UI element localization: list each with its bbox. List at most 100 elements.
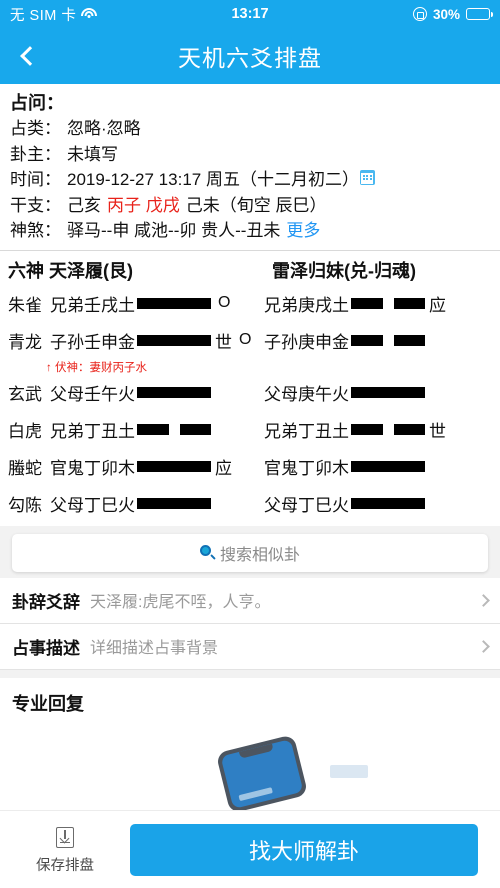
carrier-label: 无 SIM 卡 [10, 7, 77, 24]
hexagram-row-left: 螣蛇 官鬼丁卯木 应 [0, 454, 250, 479]
hexagram-row: 朱雀 兄弟壬戌土 O 兄弟庚戌土 应 [0, 285, 500, 322]
six-god-label: 青龙 [8, 332, 42, 352]
yin-line [351, 297, 425, 309]
value-category: 忽略·忽略 [67, 119, 141, 139]
six-god-label: 朱雀 [8, 295, 42, 315]
chevron-right-icon [477, 639, 490, 653]
phone-illustration [215, 733, 309, 814]
yao-line-left [137, 334, 211, 346]
yao-text-right: 父母庚午火 [264, 384, 349, 404]
back-button[interactable] [0, 28, 56, 84]
changing-line-marker: O [218, 294, 231, 312]
label-shensha: 神煞： [10, 221, 61, 241]
position-marker-left: 世 [215, 332, 232, 352]
yang-line [137, 497, 211, 509]
calendar-icon[interactable] [359, 170, 375, 186]
hexagram-row-right: 官鬼丁卯木 [250, 454, 500, 479]
page-title: 天机六爻排盘 [178, 45, 322, 71]
label-owner: 卦主： [10, 144, 61, 164]
yao-line-left [137, 460, 211, 472]
save-label: 保存排盘 [36, 857, 94, 874]
yao-text-right: 兄弟庚戌土 [264, 295, 349, 315]
position-marker-right: 世 [429, 421, 446, 441]
yao-line-right [351, 497, 425, 509]
yang-line [137, 334, 211, 346]
save-chart-button[interactable]: 保存排盘 [0, 825, 130, 875]
hexagram-row-right: 父母庚午火 [250, 380, 500, 405]
fushen-note: ↑ 伏神：妻财丙子水 [46, 361, 147, 374]
six-gods-label: 六神 [8, 260, 44, 281]
info-row-ganzhi: 干支： 己亥 丙子 戊戌 己未（旬空 辰巳） [10, 193, 490, 219]
yao-text-right: 官鬼丁卯木 [264, 458, 349, 478]
hexagram-header-left: 六神 天泽履(艮) [8, 257, 258, 283]
position-marker-left: 应 [215, 458, 232, 478]
yang-line [137, 386, 211, 398]
battery-icon [466, 8, 493, 20]
hexagram-row: 螣蛇 官鬼丁卯木应官鬼丁卯木 [0, 448, 500, 485]
bottom-action-bar: 保存排盘 找大师解卦 [0, 810, 500, 888]
find-master-button[interactable]: 找大师解卦 [130, 823, 478, 876]
yao-line-right [351, 460, 425, 472]
position-marker-right: 应 [429, 295, 446, 315]
yao-line-right [351, 334, 425, 346]
search-similar-button[interactable]: 搜索相似卦 [12, 533, 488, 572]
yao-line-left [137, 497, 211, 509]
hexagram-row-left: 青龙 子孙壬申金世 O [0, 328, 251, 353]
status-right: 30% [412, 6, 493, 22]
ganzhi-part3: 己未（旬空 辰巳） [185, 195, 327, 215]
yao-line-left [137, 423, 211, 435]
yang-line [137, 460, 211, 472]
hexagram-row-left: 白虎 兄弟丁丑土 [0, 417, 250, 442]
list-item-guaci[interactable]: 卦辞爻辞 天泽履:虎尾不咥，人亨。 [0, 578, 500, 624]
divination-info: 占问： 占类： 忽略·忽略 卦主： 未填写 时间： 2019-12-27 13:… [0, 84, 500, 246]
hexagram-row: 勾陈 父母丁巳火 父母丁巳火 [0, 485, 500, 522]
guaci-label: 卦辞爻辞 [12, 592, 80, 612]
yao-text-right: 父母丁巳火 [264, 495, 349, 515]
yang-line [351, 386, 425, 398]
shensha-more-link[interactable]: 更多 [286, 218, 320, 244]
original-hexagram-name: 天泽履(艮) [49, 260, 134, 281]
yao-line-right [351, 386, 425, 398]
list-item-description[interactable]: 占事描述 详细描述占事背景 [0, 624, 500, 670]
yin-line [351, 423, 425, 435]
label-time: 时间： [10, 170, 61, 190]
value-time: 2019-12-27 13:17 周五（十二月初二） [67, 170, 359, 190]
hexagram-row-right: 兄弟丁丑土 世 [250, 417, 500, 442]
yin-line [351, 334, 425, 346]
six-god-label: 螣蛇 [8, 458, 42, 478]
description-value: 详细描述占事背景 [90, 640, 219, 658]
ganzhi-part2-red: 丙子 戊戌 [107, 195, 180, 215]
yang-line [351, 497, 425, 509]
hexagram-row: 玄武 父母壬午火 父母庚午火 [0, 374, 500, 411]
hexagram-header: 六神 天泽履(艮) 雷泽归妹(兑-归魂) [0, 257, 500, 285]
find-master-label: 找大师解卦 [248, 838, 359, 864]
six-god-label: 玄武 [8, 384, 42, 404]
search-icon [199, 545, 216, 560]
yao-text-right: 子孙庚申金 [264, 332, 349, 352]
hexagram-row-right: 兄弟庚戌土 应 [250, 291, 500, 316]
placeholder-block [330, 764, 368, 778]
battery-percent: 30% [432, 6, 460, 22]
rotation-lock-icon [412, 7, 427, 21]
info-heading: 占问： [10, 93, 64, 113]
hexagram-row-right: 子孙庚申金 [250, 328, 500, 353]
detail-list: 卦辞爻辞 天泽履:虎尾不咥，人亨。 占事描述 详细描述占事背景 [0, 577, 500, 670]
yao-text-left: 父母丁巳火 [50, 495, 135, 515]
hexagram-row-left: 朱雀 兄弟壬戌土 O [0, 291, 250, 316]
guaci-value: 天泽履:虎尾不咥，人亨。 [90, 594, 271, 612]
yao-text-left: 父母壬午火 [50, 384, 135, 404]
info-row-owner: 卦主： 未填写 [10, 142, 490, 168]
yao-text-left: 兄弟壬戌土 [50, 295, 135, 315]
chevron-left-icon [20, 46, 40, 66]
hexagram-row-right: 父母丁巳火 [250, 491, 500, 516]
yao-text-left: 子孙壬申金 [50, 332, 135, 352]
save-icon [52, 825, 78, 850]
info-row-shensha: 神煞： 驿马--申 咸池--卯 贵人--丑未 更多 [10, 218, 490, 244]
description-label: 占事描述 [12, 638, 80, 658]
hexagram-row: 青龙 子孙壬申金世 O 子孙庚申金 [0, 322, 500, 359]
section-gap [0, 669, 500, 678]
yin-line [137, 423, 211, 435]
chevron-right-icon [477, 593, 490, 607]
wifi-icon [81, 8, 98, 20]
hexagram-row: 白虎 兄弟丁丑土 兄弟丁丑土世 [0, 411, 500, 448]
